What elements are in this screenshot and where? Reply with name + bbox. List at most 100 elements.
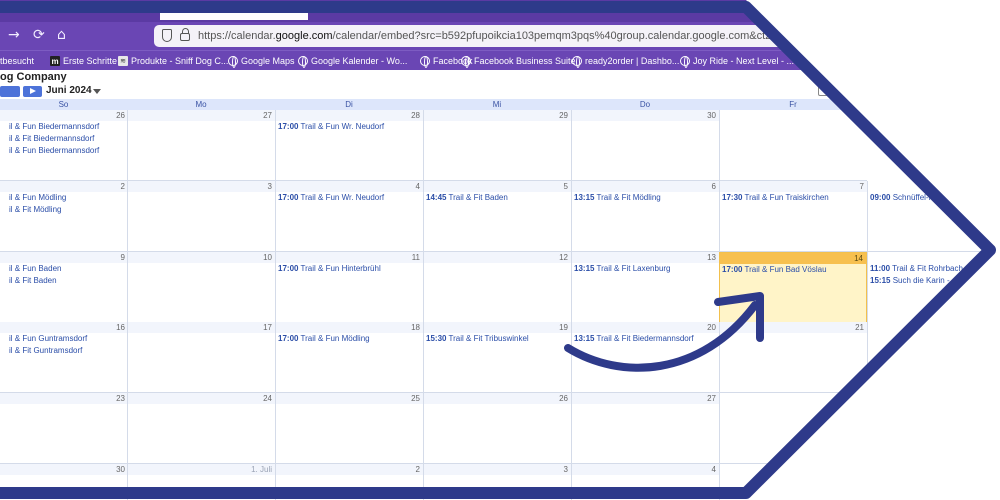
day-cell[interactable]: 21 xyxy=(719,322,867,393)
calendar-event[interactable]: 09:00 Schnüffel-F xyxy=(870,192,933,204)
bookmark-item[interactable]: ≋ Produkte - Sniff Dog C... xyxy=(118,53,228,69)
day-cell[interactable]: 4 xyxy=(571,464,719,500)
day-cell[interactable]: 18 17:00 Trail & Fun Mödling xyxy=(275,322,423,393)
calendar-event[interactable]: il & Fun Biedermannsdorf xyxy=(9,145,99,157)
day-cell[interactable]: 9 il & Fun Baden il & Fit Baden xyxy=(0,252,128,323)
event-time: 15:15 xyxy=(870,276,891,285)
event-title: Schnüffel-F xyxy=(892,193,934,202)
bookmark-item[interactable]: ready2order | Dashbo... xyxy=(572,53,679,69)
lock-icon[interactable] xyxy=(180,28,190,41)
calendar-event[interactable]: 11:00 Trail & Fit Rohrbach xyxy=(870,263,963,275)
calendar-event[interactable]: 17:00 Trail & Fun Mödling xyxy=(278,333,370,345)
reload-icon[interactable]: ⟳ xyxy=(33,25,45,45)
address-bar[interactable]: https://calendar.google.com/calendar/emb… xyxy=(154,25,850,47)
day-cell[interactable]: 6 13:15 Trail & Fit Mödling xyxy=(571,181,719,252)
day-cell[interactable]: 10 xyxy=(127,252,275,323)
day-cell[interactable]: 27 xyxy=(127,110,275,181)
day-cell[interactable]: 11 17:00 Trail & Fun Hinterbrühl xyxy=(275,252,423,323)
bookmark-label: Google Kalender - Wo... xyxy=(311,56,408,66)
globe-icon xyxy=(420,56,430,68)
bookmark-item[interactable]: Google Maps xyxy=(228,53,295,69)
day-cell[interactable]: 09:00 Schnüffel-F xyxy=(867,181,996,252)
calendar-event[interactable]: il & Fun Guntramsdorf xyxy=(9,333,87,345)
day-cell[interactable]: 12 xyxy=(423,252,571,323)
calendar-event[interactable]: 17:00 Trail & Fun Wr. Neudorf xyxy=(278,192,384,204)
calendar-event[interactable]: il & Fun Mödling xyxy=(9,192,66,204)
calendar-event[interactable]: 17:00 Trail & Fun Wr. Neudorf xyxy=(278,121,384,133)
day-cell[interactable]: 4 17:00 Trail & Fun Wr. Neudorf xyxy=(275,181,423,252)
event-title: Trail & Fun Traiskirchen xyxy=(744,193,829,202)
day-cell[interactable] xyxy=(867,464,996,500)
day-cell[interactable] xyxy=(719,464,867,500)
day-cell[interactable]: 28 17:00 Trail & Fun Wr. Neudorf xyxy=(275,110,423,181)
day-cell[interactable]: 14 17:00 Trail & Fun Bad Vöslau xyxy=(719,252,867,323)
url-text[interactable]: https://calendar.google.com/calendar/emb… xyxy=(198,28,850,44)
day-cell[interactable]: 20 13:15 Trail & Fit Biedermannsdorf xyxy=(571,322,719,393)
day-cell[interactable]: 26 xyxy=(423,393,571,464)
event-time: 17:00 xyxy=(722,265,743,274)
calendar-event[interactable]: il & Fit Guntramsdorf xyxy=(9,345,82,357)
day-cell[interactable]: 11:00 Trail & Fit Rohrbach 15:15 Such die… xyxy=(867,252,996,323)
calendar-event[interactable]: il & Fit Biedermannsdorf xyxy=(9,133,94,145)
event-title: Trail & Fit Biedermannsdorf xyxy=(596,334,694,343)
bookmark-item[interactable]: tbesucht xyxy=(0,53,34,69)
day-cell[interactable]: 23 xyxy=(0,393,128,464)
day-cell[interactable]: 13 13:15 Trail & Fit Laxenburg xyxy=(571,252,719,323)
chevron-down-icon[interactable] xyxy=(93,89,101,94)
day-number: 28 xyxy=(276,110,423,121)
day-cell[interactable]: 25 xyxy=(275,393,423,464)
day-cell[interactable]: 16 il & Fun Guntramsdorf il & Fit Guntrams… xyxy=(0,322,128,393)
prev-month-button[interactable] xyxy=(0,86,20,97)
day-cell[interactable] xyxy=(719,393,867,464)
day-number: 17 xyxy=(128,322,275,333)
day-cell[interactable]: 1. Juli xyxy=(127,464,275,500)
bookmark-item[interactable]: Google Kalender - Wo... xyxy=(298,53,407,69)
calendar-event[interactable]: 15:30 Trail & Fit Tribuswinkel xyxy=(426,333,529,345)
day-cell[interactable] xyxy=(867,322,996,393)
calendar-event[interactable]: 13:15 Trail & Fit Biedermannsdorf xyxy=(574,333,694,345)
day-cell[interactable]: 30 xyxy=(0,464,128,500)
day-cell[interactable]: 26 il & Fun Biedermannsdorf il & Fit Biede… xyxy=(0,110,128,181)
calendar-event[interactable]: 13:15 Trail & Fit Mödling xyxy=(574,192,661,204)
calendar-event[interactable]: il & Fun Biedermannsdorf xyxy=(9,121,99,133)
arrow-right-icon[interactable]: → xyxy=(8,25,20,45)
event-title: il & Fun Mödling xyxy=(9,193,67,202)
day-cell[interactable]: 29 xyxy=(423,110,571,181)
calendar-event[interactable]: 14:45 Trail & Fit Baden xyxy=(426,192,508,204)
day-cell[interactable]: 7 17:30 Trail & Fun Traiskirchen xyxy=(719,181,867,252)
calendar-event[interactable]: 17:30 Trail & Fun Traiskirchen xyxy=(722,192,829,204)
day-cell[interactable] xyxy=(867,393,996,464)
day-cell[interactable]: 24 xyxy=(127,393,275,464)
day-cell[interactable]: 27 xyxy=(571,393,719,464)
active-tab[interactable] xyxy=(160,4,308,20)
day-cell[interactable]: 3 xyxy=(423,464,571,500)
day-cell[interactable]: 5 14:45 Trail & Fit Baden xyxy=(423,181,571,252)
weekday-label: Fr xyxy=(789,100,797,109)
calendar-event[interactable]: il & Fit Baden xyxy=(9,275,57,287)
weekday-label: Do xyxy=(639,100,651,109)
calendar-event[interactable]: 15:15 Such die Karin - xyxy=(870,275,950,287)
day-cell[interactable]: 30 xyxy=(571,110,719,181)
day-cell[interactable]: 2 xyxy=(275,464,423,500)
shield-icon[interactable] xyxy=(162,29,172,42)
day-cell[interactable] xyxy=(719,110,867,181)
day-cell[interactable]: 17 xyxy=(127,322,275,393)
bookmark-item[interactable]: Joy Ride - Next Level - ... xyxy=(680,53,794,69)
calendar-event[interactable]: il & Fit Mödling xyxy=(9,204,61,216)
bookmark-item[interactable]: m Erste Schritte xyxy=(50,53,117,69)
day-cell[interactable]: 2 il & Fun Mödling il & Fit Mödling xyxy=(0,181,128,252)
day-number: 13 xyxy=(572,252,719,263)
print-icon[interactable] xyxy=(818,86,828,96)
home-icon[interactable]: ⌂ xyxy=(57,25,66,45)
event-title: il & Fun Biedermannsdorf xyxy=(9,146,100,155)
bookmark-item[interactable]: Facebook Business Suite xyxy=(461,53,576,69)
calendar-event[interactable]: 13:15 Trail & Fit Laxenburg xyxy=(574,263,671,275)
day-cell[interactable]: 19 15:30 Trail & Fit Tribuswinkel xyxy=(423,322,571,393)
next-month-button[interactable] xyxy=(23,86,42,97)
day-cell[interactable]: 3 xyxy=(127,181,275,252)
event-title: Trail & Fun Wr. Neudorf xyxy=(300,193,385,202)
month-label[interactable]: Juni 2024 xyxy=(46,84,92,98)
calendar-event[interactable]: 17:00 Trail & Fun Bad Vöslau xyxy=(722,264,827,276)
calendar-event[interactable]: 17:00 Trail & Fun Hinterbrühl xyxy=(278,263,381,275)
calendar-event[interactable]: il & Fun Baden xyxy=(9,263,61,275)
